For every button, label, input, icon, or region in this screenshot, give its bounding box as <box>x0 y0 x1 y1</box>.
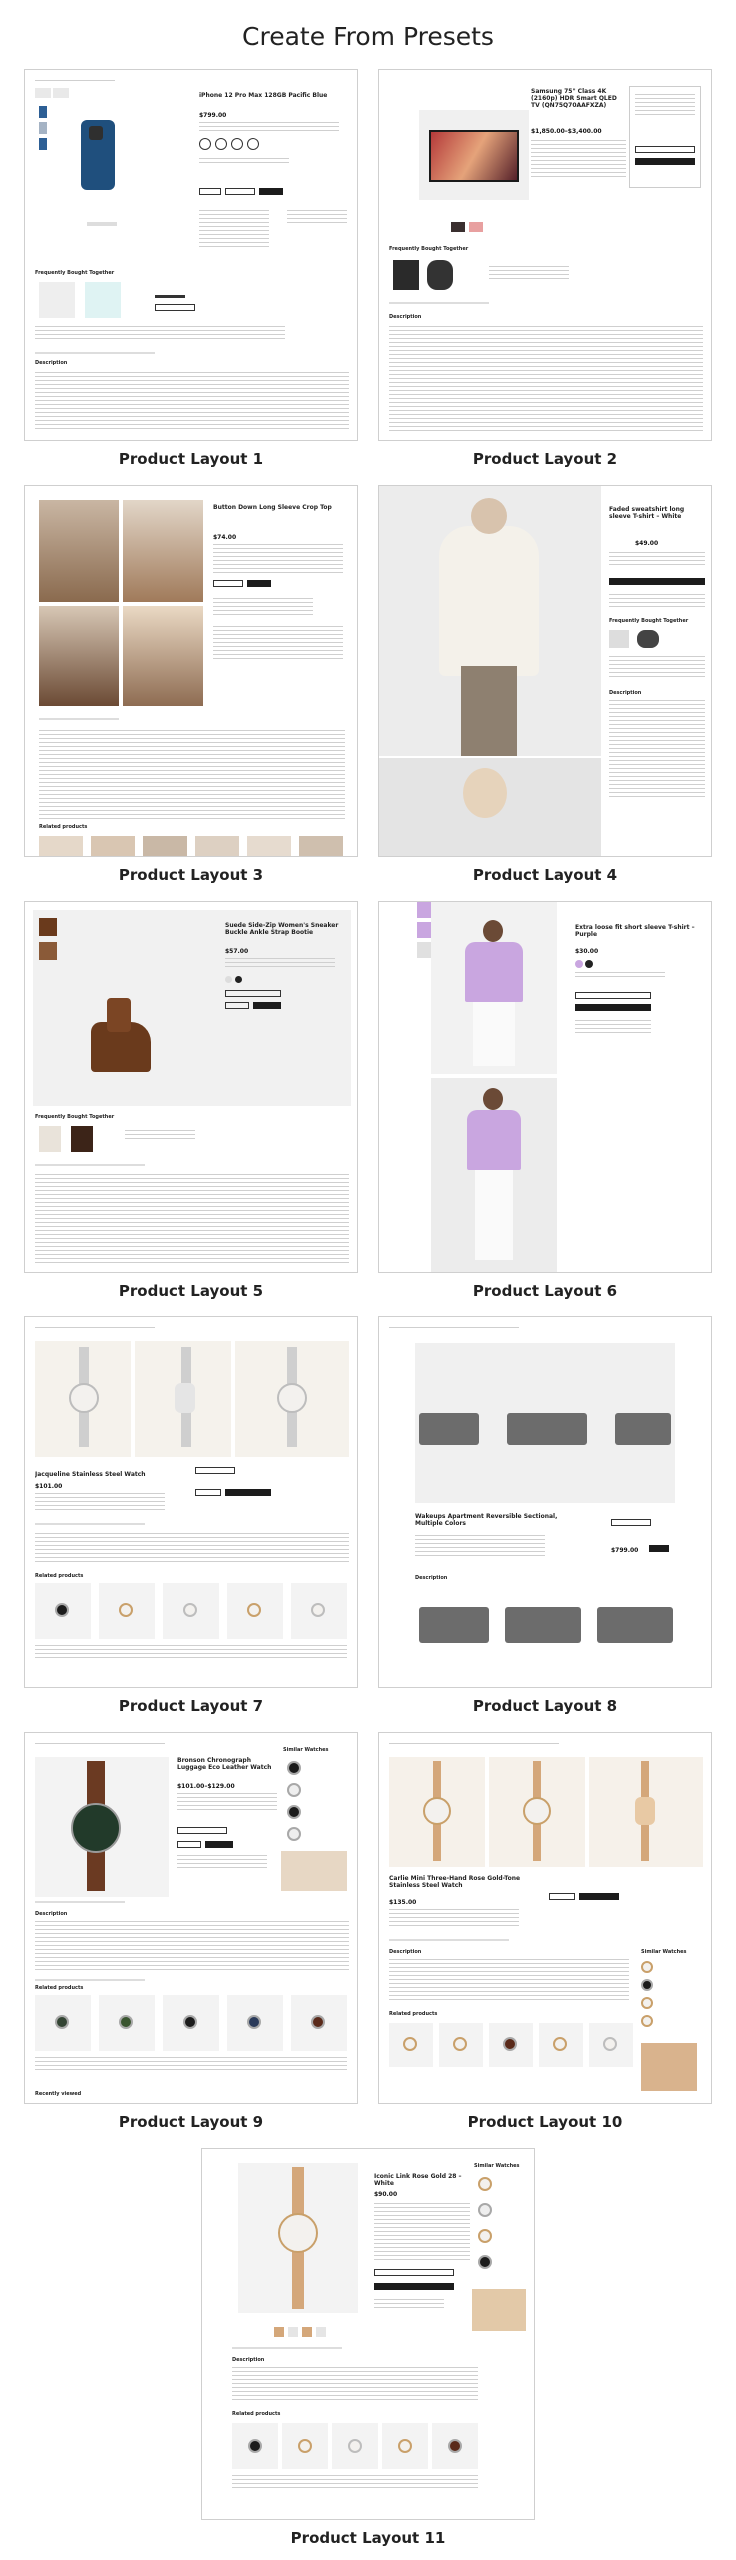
layout-preview: Iconic Link Rose Gold 28 – White $90.00 … <box>201 2148 535 2520</box>
product-price: $101.00–$129.00 <box>177 1783 235 1790</box>
layout-label: Product Layout 7 <box>118 1697 264 1715</box>
layout-label: Product Layout 6 <box>472 1282 618 1300</box>
layout-label: Product Layout 1 <box>118 450 264 468</box>
layout-preview: Wakeups Apartment Reversible Sectional, … <box>378 1316 712 1688</box>
product-title: Carlie Mini Three-Hand Rose Gold-Tone St… <box>389 1875 521 1889</box>
product-title: Suede Side-Zip Women's Sneaker Buckle An… <box>225 922 339 936</box>
tshirt-image <box>465 942 523 1002</box>
add-to-cart-button[interactable] <box>259 188 283 195</box>
layout-label: Product Layout 10 <box>467 2113 623 2131</box>
preset-card-product-layout-3[interactable]: Button Down Long Sleeve Crop Top $74.00 … <box>24 485 358 884</box>
sofa-image <box>419 1413 479 1445</box>
product-price: $30.00 <box>575 948 599 955</box>
preset-card-product-layout-1[interactable]: iPhone 12 Pro Max 128GB Pacific Blue $79… <box>24 69 358 468</box>
preset-card-product-layout-10[interactable]: Carlie Mini Three-Hand Rose Gold-Tone St… <box>378 1732 712 2131</box>
watch-image <box>69 1383 99 1413</box>
product-price: $74.00 <box>213 534 237 541</box>
product-title: Wakeups Apartment Reversible Sectional, … <box>415 1513 558 1527</box>
layout-label: Product Layout 4 <box>472 866 618 884</box>
product-price: $799.00 <box>611 1547 639 1554</box>
layout-preview: Faded sweatshirt long sleeve T-shirt – W… <box>378 485 712 857</box>
product-title: iPhone 12 Pro Max 128GB Pacific Blue <box>199 92 328 99</box>
layout-preview: Extra loose fit short sleeve T-shirt – P… <box>378 901 712 1273</box>
add-to-cart-button[interactable] <box>247 580 271 587</box>
product-price: $101.00 <box>35 1483 63 1490</box>
product-price: $90.00 <box>374 2191 398 2198</box>
add-to-cart-button[interactable] <box>579 1893 619 1900</box>
add-to-cart-button[interactable] <box>649 1545 669 1552</box>
preset-card-product-layout-9[interactable]: Bronson Chronograph Luggage Eco Leather … <box>24 1732 358 2131</box>
preset-card-product-layout-11[interactable]: Iconic Link Rose Gold 28 – White $90.00 … <box>201 2148 535 2547</box>
preset-card-product-layout-5[interactable]: Suede Side-Zip Women's Sneaker Buckle An… <box>24 901 358 1300</box>
product-title: Iconic Link Rose Gold 28 – White <box>374 2173 462 2187</box>
preset-card-product-layout-4[interactable]: Faded sweatshirt long sleeve T-shirt – W… <box>378 485 712 884</box>
add-to-cart-button[interactable] <box>205 1841 233 1848</box>
preset-card-product-layout-6[interactable]: Extra loose fit short sleeve T-shirt – P… <box>378 901 712 1300</box>
layout-label: Product Layout 5 <box>118 1282 264 1300</box>
add-to-cart-button[interactable] <box>374 2283 454 2290</box>
layout-preview: Samsung 75" Class 4K (2160p) HDR Smart Q… <box>378 69 712 441</box>
preset-card-product-layout-7[interactable]: Jacqueline Stainless Steel Watch $101.00… <box>24 1316 358 1715</box>
product-price: $799.00 <box>199 112 227 119</box>
layout-preview: Button Down Long Sleeve Crop Top $74.00 … <box>24 485 358 857</box>
layout-label: Product Layout 2 <box>472 450 618 468</box>
product-title: Faded sweatshirt long sleeve T-shirt – W… <box>609 506 685 520</box>
layout-preview: Suede Side-Zip Women's Sneaker Buckle An… <box>24 901 358 1273</box>
layout-label: Product Layout 8 <box>472 1697 618 1715</box>
preset-card-product-layout-2[interactable]: Samsung 75" Class 4K (2160p) HDR Smart Q… <box>378 69 712 468</box>
product-title: Samsung 75" Class 4K (2160p) HDR Smart Q… <box>531 88 617 109</box>
product-price: $49.00 <box>635 540 659 547</box>
page-title: Create From Presets <box>242 22 494 51</box>
product-title: Button Down Long Sleeve Crop Top <box>213 504 332 511</box>
layout-preview: Jacqueline Stainless Steel Watch $101.00… <box>24 1316 358 1688</box>
add-to-cart-button[interactable] <box>253 1002 281 1009</box>
add-to-cart-button[interactable] <box>609 578 705 585</box>
layout-label: Product Layout 9 <box>118 2113 264 2131</box>
buy-button[interactable] <box>635 158 695 165</box>
preset-card-product-layout-8[interactable]: Wakeups Apartment Reversible Sectional, … <box>378 1316 712 1715</box>
layout-label: Product Layout 11 <box>290 2529 446 2547</box>
product-price: $1,850.00–$3,400.00 <box>531 128 602 135</box>
watch-image <box>423 1797 451 1825</box>
product-price: $57.00 <box>225 948 249 955</box>
layout-preview: Bronson Chronograph Luggage Eco Leather … <box>24 1732 358 2104</box>
product-title: Bronson Chronograph Luggage Eco Leather … <box>177 1757 272 1771</box>
add-to-cart-button[interactable] <box>575 1004 651 1011</box>
layout-preview: Carlie Mini Three-Hand Rose Gold-Tone St… <box>378 1732 712 2104</box>
product-title: Jacqueline Stainless Steel Watch <box>35 1471 146 1478</box>
layout-label: Product Layout 3 <box>118 866 264 884</box>
watch-image <box>71 1803 121 1853</box>
watch-image <box>278 2213 318 2253</box>
layout-preview: iPhone 12 Pro Max 128GB Pacific Blue $79… <box>24 69 358 441</box>
product-title: Extra loose fit short sleeve T-shirt – P… <box>575 924 695 938</box>
add-to-cart-button[interactable] <box>225 1489 271 1496</box>
tv-image <box>429 130 519 182</box>
product-price: $135.00 <box>389 1899 417 1906</box>
